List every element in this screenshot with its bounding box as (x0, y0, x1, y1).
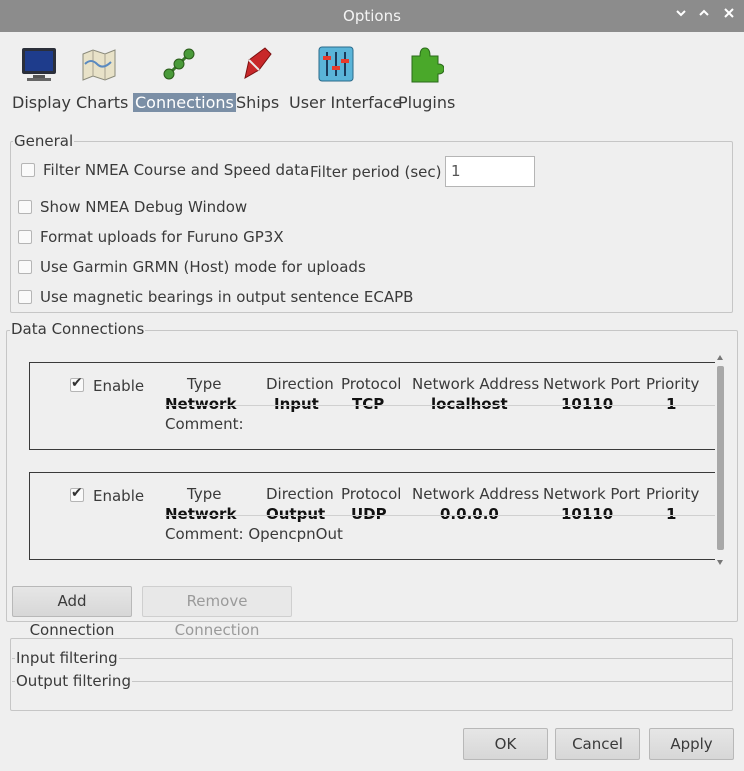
chevron-down-icon (676, 10, 686, 17)
direction-value: Input (274, 395, 319, 413)
enable-label: Enable (93, 487, 145, 505)
type-value: Network (165, 505, 237, 523)
tab-user-interface-label: User Interface (289, 93, 403, 112)
tab-display-label: Display (12, 93, 71, 112)
row-separator (165, 405, 715, 406)
output-filtering-label[interactable]: Output filtering (15, 672, 132, 690)
direction-value: Output (266, 505, 326, 523)
protocol-value: UDP (351, 505, 387, 523)
filter-nmea-checkbox[interactable] (21, 163, 35, 177)
tab-charts[interactable]: Charts (74, 40, 128, 116)
cancel-button[interactable]: Cancel (555, 728, 640, 760)
plugins-icon (411, 47, 444, 83)
port-header: Network Port (543, 485, 641, 503)
maximize-button[interactable] (693, 0, 715, 32)
chevron-up-icon (699, 9, 709, 16)
input-filtering-label[interactable]: Input filtering (15, 649, 119, 667)
show-debug-label: Show NMEA Debug Window (40, 198, 248, 216)
protocol-header: Protocol (341, 375, 402, 393)
protocol-header: Protocol (341, 485, 402, 503)
furuno-checkbox[interactable] (18, 230, 32, 244)
apply-button[interactable]: Apply (649, 728, 734, 760)
address-value: 0.0.0.0 (440, 505, 499, 523)
window-title: Options (343, 7, 401, 25)
priority-value: 1 (666, 395, 677, 413)
port-value: 10110 (561, 505, 614, 523)
ships-icon (244, 47, 272, 79)
enable-label: Enable (93, 377, 145, 395)
filter-period-label: Filter period (sec) (310, 163, 442, 181)
furuno-label: Format uploads for Furuno GP3X (40, 228, 284, 246)
priority-header: Priority (646, 375, 700, 393)
magnetic-label: Use magnetic bearings in output sentence… (40, 288, 414, 306)
protocol-value: TCP (352, 395, 385, 413)
tab-ships[interactable]: Ships (234, 40, 280, 116)
priority-header: Priority (646, 485, 700, 503)
garmin-checkbox[interactable] (18, 260, 32, 274)
enable-checkbox[interactable] (70, 485, 84, 502)
scrollbar-thumb[interactable] (717, 366, 724, 550)
show-debug-checkbox[interactable] (18, 200, 32, 214)
row-separator (165, 515, 715, 516)
display-icon (22, 48, 56, 81)
comment-label: Comment: OpencpnOut (165, 525, 343, 543)
close-button[interactable] (718, 0, 740, 32)
tab-charts-label: Charts (76, 93, 129, 112)
general-group-title: General (13, 132, 75, 150)
tab-connections[interactable]: Connections (132, 40, 236, 116)
type-header: Type (187, 485, 222, 503)
user-interface-icon (318, 46, 354, 82)
comment-label: Comment: (165, 415, 244, 433)
type-value: Network (165, 395, 237, 413)
filter-period-input[interactable]: 1 (445, 156, 535, 187)
tab-connections-label: Connections (133, 93, 236, 112)
garmin-label: Use Garmin GRMN (Host) mode for uploads (40, 258, 366, 276)
filtering-divider (12, 658, 732, 659)
ok-button[interactable]: OK (463, 728, 548, 760)
port-value: 10110 (561, 395, 614, 413)
data-connections-title: Data Connections (10, 320, 146, 338)
tab-plugins[interactable]: Plugins (396, 40, 456, 116)
address-header: Network Address (412, 485, 540, 503)
connection-row[interactable]: Enable Type Direction Protocol Network A… (29, 362, 715, 450)
port-header: Network Port (543, 375, 641, 393)
magnetic-checkbox[interactable] (18, 290, 32, 304)
filter-nmea-label: Filter NMEA Course and Speed data (43, 161, 310, 179)
tab-display[interactable]: Display (10, 40, 71, 116)
type-header: Type (187, 375, 222, 393)
add-connection-button[interactable]: Add Connection (12, 586, 132, 639)
tab-user-interface[interactable]: User Interface (286, 40, 402, 116)
remove-connection-button[interactable]: Remove Connection (142, 586, 292, 639)
minimize-button[interactable] (670, 0, 692, 32)
charts-icon (82, 49, 116, 81)
tab-plugins-label: Plugins (398, 93, 456, 112)
connections-icon (163, 48, 195, 80)
tab-ships-label: Ships (236, 93, 280, 112)
direction-header: Direction (266, 375, 334, 393)
address-header: Network Address (412, 375, 540, 393)
connections-list: Enable Type Direction Protocol Network A… (16, 350, 728, 570)
enable-checkbox[interactable] (70, 375, 84, 392)
title-bar: Options (0, 0, 744, 32)
priority-value: 1 (666, 505, 677, 523)
close-icon (724, 8, 734, 18)
connection-row[interactable]: Enable Type Direction Protocol Network A… (29, 472, 715, 560)
direction-header: Direction (266, 485, 334, 503)
address-value: localhost (431, 395, 508, 413)
